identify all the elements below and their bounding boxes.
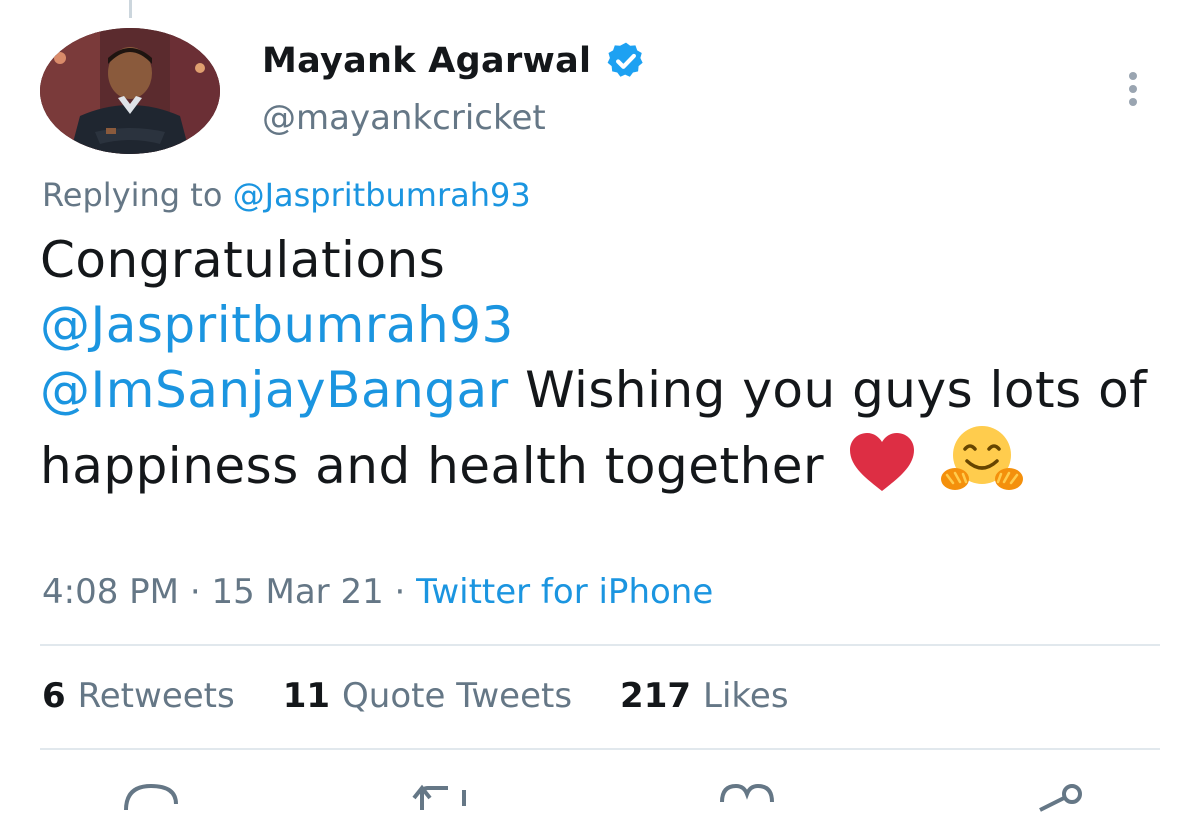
meta-separator-2: · [394,572,406,612]
replying-prefix: Replying to [42,176,223,214]
more-vertical-icon[interactable] [1118,72,1148,112]
retweets-stat[interactable]: 6 Retweets [42,676,235,716]
retweets-count: 6 [42,676,66,716]
reply-icon[interactable] [116,780,186,820]
replying-to-line: Replying to @Jaspritbumrah93 [42,176,531,214]
engagement-stats: 6 Retweets 11 Quote Tweets 217 Likes [42,676,789,716]
avatar[interactable] [40,28,220,154]
verified-badge-icon [607,42,643,77]
likes-stat[interactable]: 217 Likes [620,676,788,716]
quote-tweets-count: 11 [282,676,331,716]
author-handle[interactable]: @mayankcricket [262,98,546,138]
meta-separator-1: · [189,572,201,612]
quote-tweets-stat[interactable]: 11 Quote Tweets [283,676,572,716]
tweet-mention-jasprit[interactable]: @Jaspritbumrah93 [40,296,514,354]
tweet-source[interactable]: Twitter for iPhone [416,572,713,612]
likes-count: 217 [620,676,692,716]
quote-tweets-label: Quote Tweets [342,676,573,716]
author-name-row: Mayank Agarwal [262,40,647,82]
replying-to-mention[interactable]: @Jaspritbumrah93 [233,176,531,214]
tweet-mention-sanjay[interactable]: @ImSanjayBangar [40,361,509,419]
tweet-date[interactable]: 15 Mar 21 [211,572,383,612]
tweet-time[interactable]: 4:08 PM [42,572,179,612]
likes-label: Likes [703,676,789,716]
like-icon[interactable] [712,780,782,820]
divider [40,644,1160,646]
hugging-face-emoji-icon [940,426,1023,490]
retweets-label: Retweets [77,676,235,716]
thread-connector-line [129,0,132,18]
red-heart-emoji-icon [849,433,914,491]
divider [40,748,1160,750]
retweet-icon[interactable] [408,780,478,820]
author-display-name[interactable]: Mayank Agarwal [262,41,591,81]
tweet-text-congratulations: Congratulations [40,231,446,289]
tweet-metadata: 4:08 PM · 15 Mar 21 · Twitter for iPhone [42,572,713,612]
share-icon[interactable] [1020,780,1090,820]
tweet-body: Congratulations @Jaspritbumrah93 @ImSanj… [40,228,1160,499]
